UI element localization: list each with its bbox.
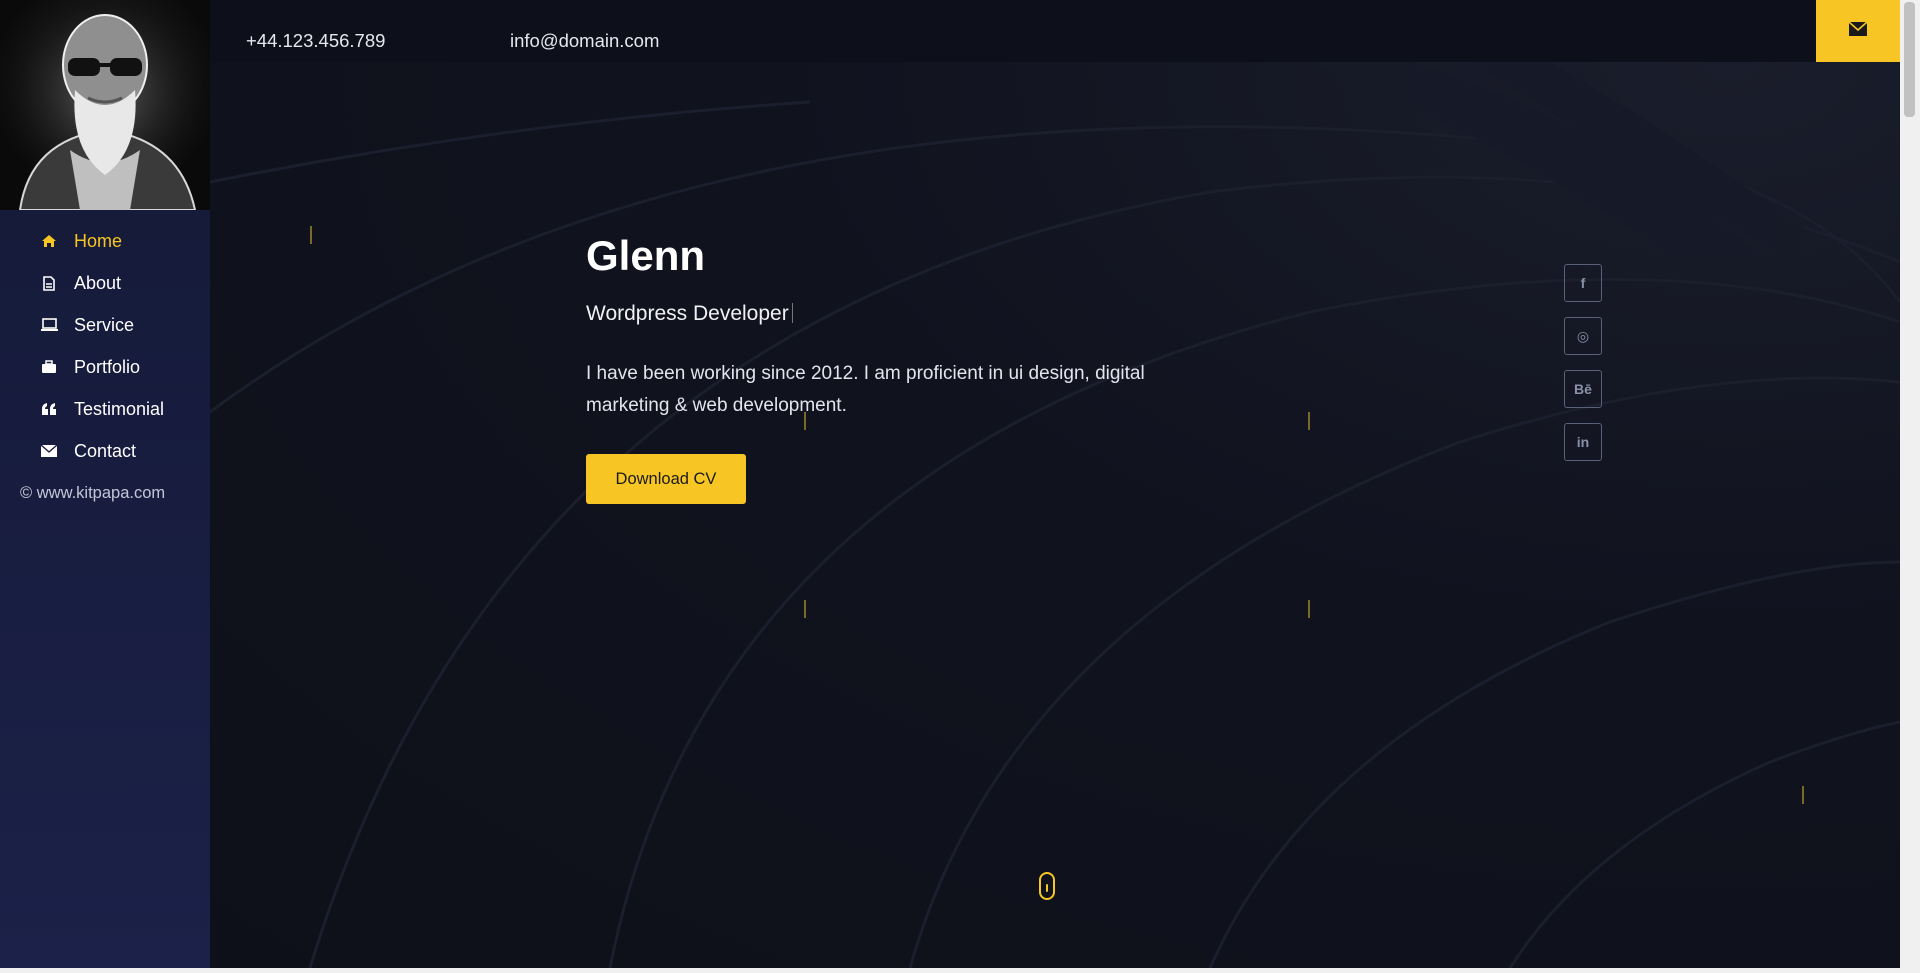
sidebar: Home About Service Portfolio Testimonial Cont… bbox=[0, 0, 210, 968]
envelope-icon bbox=[38, 445, 60, 457]
dribbble-link[interactable]: ◎ bbox=[1564, 317, 1602, 355]
role-text: Wordpress Developer bbox=[586, 302, 789, 325]
sidebar-item-testimonial[interactable]: Testimonial bbox=[0, 388, 210, 430]
sidebar-item-label: About bbox=[74, 272, 122, 293]
sidebar-item-portfolio[interactable]: Portfolio bbox=[0, 346, 210, 388]
decor-dash bbox=[804, 600, 806, 618]
behance-link[interactable]: Bē bbox=[1564, 370, 1602, 408]
decor-dash bbox=[310, 226, 312, 244]
briefcase-icon bbox=[38, 360, 60, 374]
top-bar: +44.123.456.789 info@domain.com bbox=[210, 0, 1900, 62]
horizontal-scrollbar[interactable] bbox=[0, 968, 1900, 973]
sidebar-item-label: Testimonial bbox=[74, 398, 165, 419]
hero-role: Wordpress Developer bbox=[586, 302, 793, 326]
dribbble-icon: ◎ bbox=[1576, 327, 1590, 344]
social-links: f ◎ Bē in bbox=[1564, 264, 1602, 461]
copyright-text: © www.kitpapa.com bbox=[20, 484, 166, 502]
home-icon bbox=[38, 234, 60, 248]
decor-dash bbox=[1802, 786, 1804, 804]
email-address[interactable]: info@domain.com bbox=[510, 30, 659, 52]
main-nav: Home About Service Portfolio Testimonial Cont… bbox=[0, 210, 210, 472]
facebook-link[interactable]: f bbox=[1564, 264, 1602, 302]
avatar bbox=[0, 0, 210, 210]
sidebar-item-label: Service bbox=[74, 314, 135, 335]
sidebar-item-label: Home bbox=[74, 230, 123, 251]
facebook-icon: f bbox=[1580, 275, 1586, 291]
linkedin-link[interactable]: in bbox=[1564, 423, 1602, 461]
decor-dash bbox=[1308, 600, 1310, 618]
hero-name: Glenn bbox=[586, 232, 706, 279]
sidebar-item-service[interactable]: Service bbox=[0, 304, 210, 346]
scrollbar-thumb[interactable] bbox=[1904, 2, 1915, 117]
scroll-down-indicator[interactable] bbox=[1039, 872, 1055, 900]
envelope-icon bbox=[1848, 20, 1868, 42]
sidebar-item-home[interactable]: Home bbox=[0, 220, 210, 262]
linkedin-icon: in bbox=[1576, 434, 1590, 450]
phone-number[interactable]: +44.123.456.789 bbox=[246, 30, 385, 52]
download-cv-button[interactable]: Download CV bbox=[586, 454, 746, 504]
sidebar-item-about[interactable]: About bbox=[0, 262, 210, 304]
sidebar-item-contact[interactable]: Contact bbox=[0, 430, 210, 472]
hero-section: Glenn Wordpress Developer I have been wo… bbox=[210, 62, 1900, 968]
mail-button[interactable] bbox=[1816, 0, 1900, 62]
laptop-icon bbox=[38, 318, 60, 332]
behance-icon: Bē bbox=[1574, 381, 1592, 397]
background-curves bbox=[210, 62, 1900, 968]
quote-icon bbox=[38, 402, 60, 416]
sidebar-item-label: Portfolio bbox=[74, 356, 141, 377]
vertical-scrollbar[interactable] bbox=[1900, 0, 1920, 973]
typing-caret bbox=[791, 303, 793, 323]
document-icon bbox=[38, 275, 60, 291]
decor-dash bbox=[1308, 412, 1310, 430]
hero-bio: I have been working since 2012. I am pro… bbox=[586, 363, 1145, 416]
sidebar-item-label: Contact bbox=[74, 440, 137, 461]
